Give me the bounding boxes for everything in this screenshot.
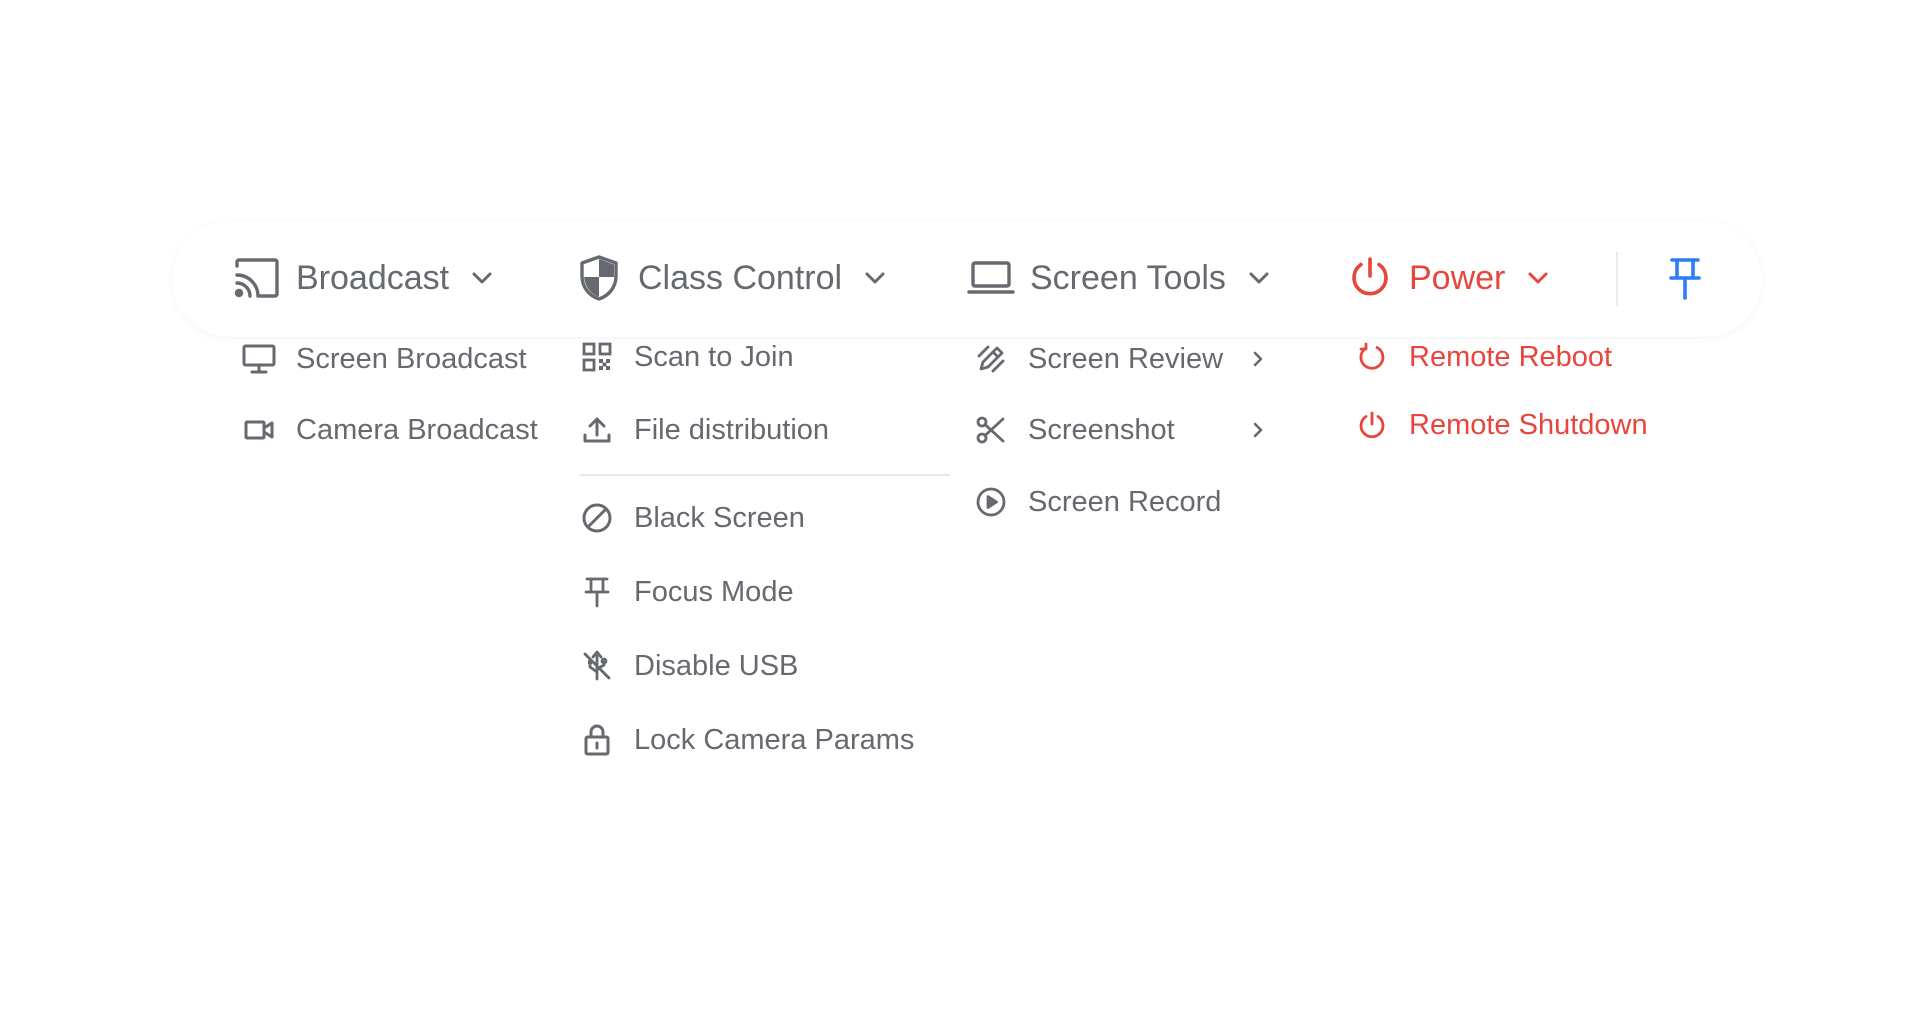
class-control-menu-label: Class Control <box>638 258 843 297</box>
menu-item-screen-record[interactable]: Screen Record <box>974 479 1221 525</box>
menu-item-label: Lock Camera Params <box>634 723 915 756</box>
cast-icon <box>232 253 282 303</box>
upload-icon <box>580 413 614 447</box>
screen-tools-menu-button[interactable]: Screen Tools <box>966 248 1270 308</box>
menu-item-disable-usb[interactable]: Disable USB <box>580 643 798 689</box>
pin-icon <box>1668 257 1702 301</box>
video-camera-icon <box>242 413 276 447</box>
stage: Broadcast Class Control Screen Tools Pow… <box>0 0 1919 1029</box>
menu-item-label: Disable USB <box>634 649 799 682</box>
menu-item-label: Scan to Join <box>634 340 794 373</box>
power-icon <box>1345 253 1395 303</box>
menu-item-label: Remote Shutdown <box>1409 408 1648 441</box>
chevron-right-icon <box>1252 350 1264 368</box>
chevron-down-icon <box>1248 271 1270 285</box>
chevron-down-icon <box>864 271 886 285</box>
menu-item-scan-to-join[interactable]: Scan to Join <box>580 334 794 380</box>
menu-item-file-distribution[interactable]: File distribution <box>580 407 829 453</box>
scissors-icon <box>974 413 1008 447</box>
menu-item-label: File distribution <box>634 413 830 446</box>
pen-icon <box>974 342 1008 376</box>
menu-item-camera-broadcast[interactable]: Camera Broadcast <box>242 407 538 453</box>
menu-item-remote-shutdown[interactable]: Remote Shutdown <box>1355 402 1648 448</box>
class-control-menu-button[interactable]: Class Control <box>574 248 886 308</box>
menu-item-screen-broadcast[interactable]: Screen Broadcast <box>242 336 527 382</box>
refresh-icon <box>1355 340 1389 374</box>
menu-item-lock-camera-params[interactable]: Lock Camera Params <box>580 717 914 763</box>
play-circle-icon <box>974 485 1008 519</box>
power-icon <box>1355 408 1389 442</box>
monitor-icon <box>242 342 276 376</box>
menu-item-label: Focus Mode <box>634 575 794 608</box>
menu-item-screenshot[interactable]: Screenshot <box>974 407 1263 453</box>
chevron-right-icon <box>1252 421 1264 439</box>
menu-item-label: Screenshot <box>1028 413 1175 446</box>
screen-tools-menu-label: Screen Tools <box>1030 258 1226 297</box>
menu-item-label: Screen Review <box>1028 342 1224 375</box>
chevron-down-icon <box>1527 271 1549 285</box>
ban-icon <box>580 501 614 535</box>
menu-item-screen-review[interactable]: Screen Review <box>974 336 1263 382</box>
laptop-icon <box>966 253 1016 303</box>
menu-divider <box>580 474 950 476</box>
broadcast-menu-button[interactable]: Broadcast <box>232 248 493 308</box>
chevron-down-icon <box>471 271 493 285</box>
shield-icon <box>574 253 624 303</box>
menu-item-label: Camera Broadcast <box>296 413 538 446</box>
menu-item-remote-reboot[interactable]: Remote Reboot <box>1355 334 1612 380</box>
toolbar-divider <box>1616 252 1618 306</box>
pin-icon <box>580 575 614 609</box>
menu-item-label: Screen Record <box>1028 485 1222 518</box>
lock-icon <box>580 723 614 757</box>
menu-item-label: Remote Reboot <box>1409 340 1613 373</box>
usb-off-icon <box>580 649 614 683</box>
menu-item-black-screen[interactable]: Black Screen <box>580 495 805 541</box>
menu-item-focus-mode[interactable]: Focus Mode <box>580 569 794 615</box>
pin-toolbar-button[interactable] <box>1660 254 1710 304</box>
menu-item-label: Black Screen <box>634 501 805 534</box>
power-menu-button[interactable]: Power <box>1345 248 1549 308</box>
qr-code-icon <box>580 340 614 374</box>
power-menu-label: Power <box>1409 258 1506 297</box>
broadcast-menu-label: Broadcast <box>296 258 450 297</box>
menu-item-label: Screen Broadcast <box>296 342 527 375</box>
